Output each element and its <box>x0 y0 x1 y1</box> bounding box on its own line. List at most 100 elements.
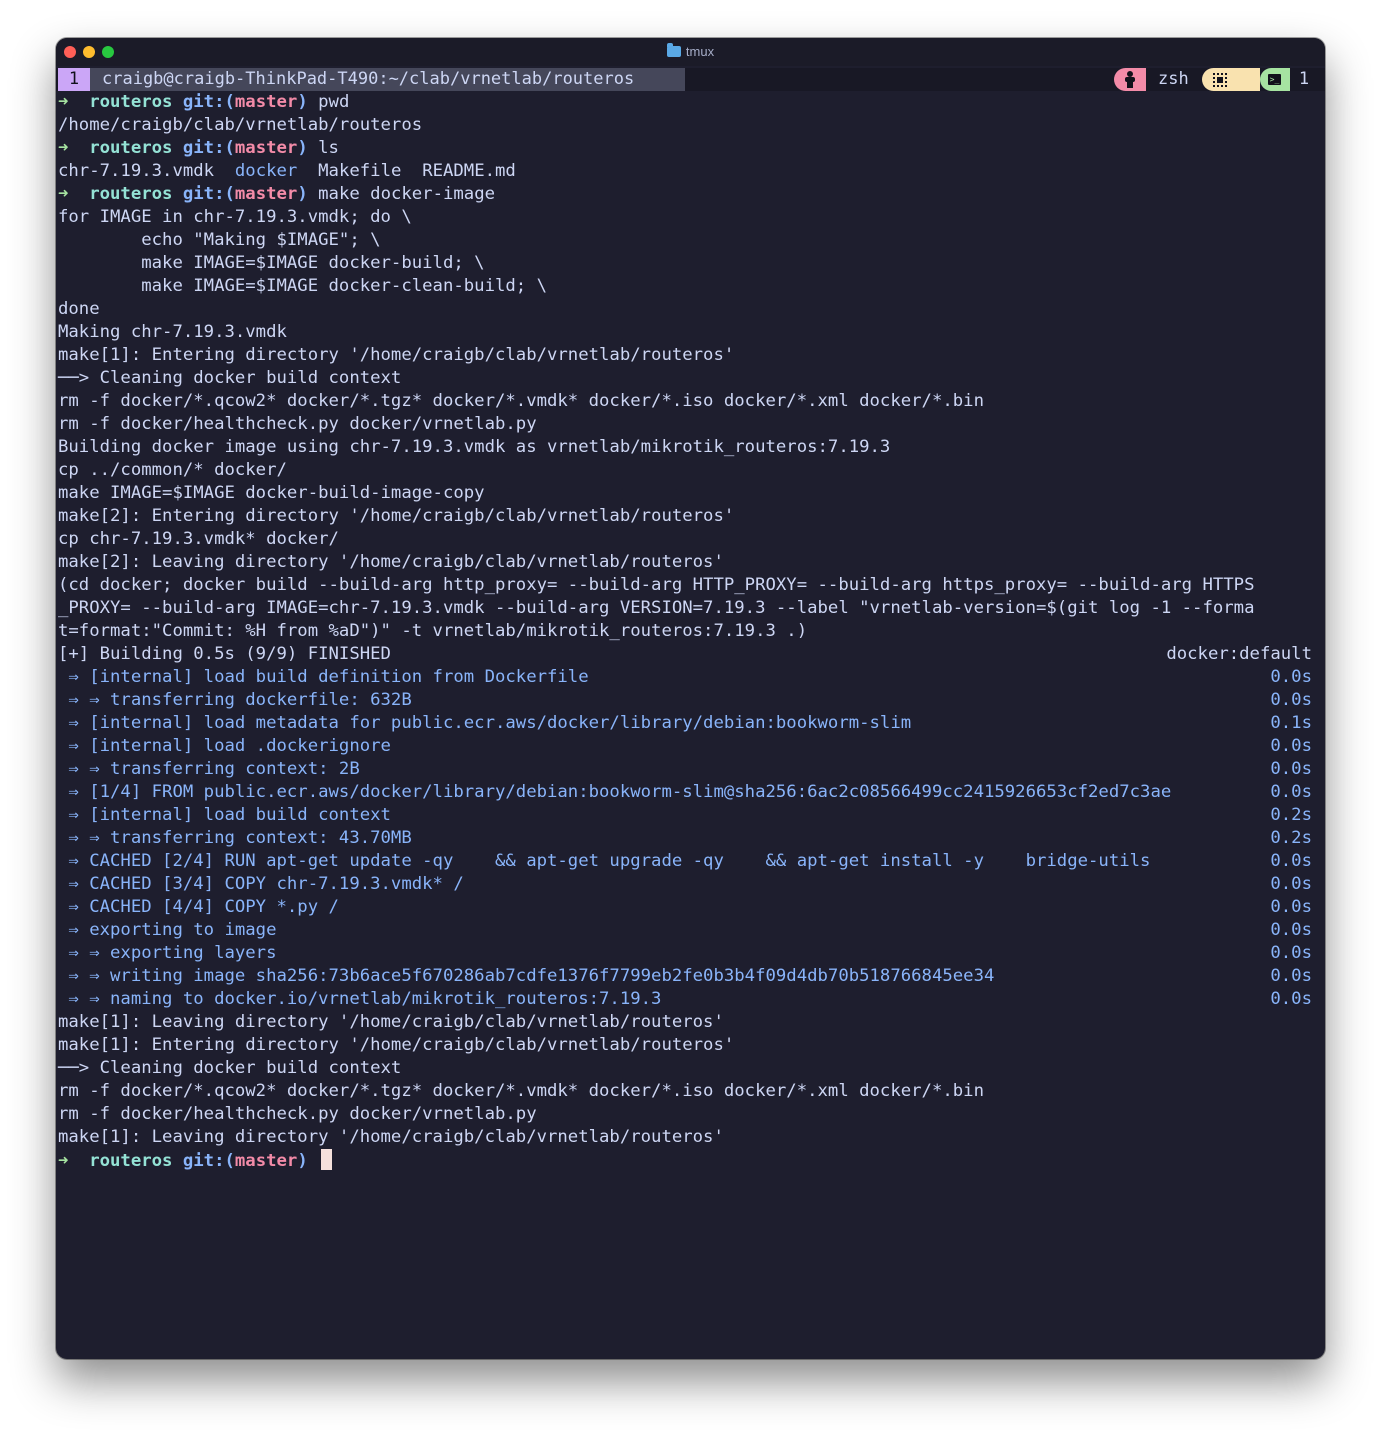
prompt-git: git:( <box>182 184 235 204</box>
build-step-row: ⇒ ⇒ naming to docker.io/vrnetlab/mikroti… <box>58 988 1324 1011</box>
build-step-time: 0.0s <box>1270 966 1312 986</box>
build-step-row: ⇒ ⇒ exporting layers 0.0s <box>58 942 1324 965</box>
terminal-badge: >_ <box>1260 68 1290 91</box>
session-badge <box>1114 68 1146 91</box>
terminal-icon: >_ <box>1268 74 1281 85</box>
build-step-text: ⇒ [internal] load .dockerignore <box>58 736 391 756</box>
prompt-git: git:( <box>182 138 235 158</box>
prompt-git: git:( <box>182 92 235 112</box>
ls-file: chr-7.19.3.vmdk <box>58 161 215 181</box>
build-step-row: ⇒ ⇒ transferring dockerfile: 632B 0.0s <box>58 689 1324 712</box>
ls-directory: docker <box>234 161 298 181</box>
window-title-text: tmux <box>685 44 715 59</box>
build-step-time: 0.0s <box>1270 920 1312 940</box>
build-step-text: ⇒ ⇒ exporting layers <box>58 943 277 963</box>
prompt-branch: master <box>234 1151 298 1171</box>
build-steps: ⇒ [internal] load build definition from … <box>58 666 1324 1011</box>
cpu-icon <box>1213 73 1227 87</box>
prompt-git-close: ) <box>297 1151 308 1171</box>
build-step-time: 0.0s <box>1270 897 1312 917</box>
output-line: Building docker image using chr-7.19.3.v… <box>58 437 891 457</box>
build-step-time: 0.2s <box>1270 828 1312 848</box>
output-line: done <box>58 299 100 319</box>
build-step-text: ⇒ CACHED [2/4] RUN apt-get update -qy &&… <box>58 851 1151 871</box>
build-step-row: ⇒ ⇒ writing image sha256:73b6ace5f670286… <box>58 965 1324 988</box>
prompt-line: ➜ routeros git:(master) <box>58 1149 1324 1172</box>
output-line: Making chr-7.19.3.vmdk <box>58 322 287 342</box>
prompt-line: ➜ routeros git:(master) pwd <box>58 91 1324 114</box>
prompt-git-close: ) <box>297 138 308 158</box>
build-step-text: ⇒ CACHED [4/4] COPY *.py / <box>58 897 339 917</box>
build-step-text: ⇒ [internal] load build context <box>58 805 391 825</box>
build-step-text: ⇒ [internal] load metadata for public.ec… <box>58 713 912 733</box>
tmux-window-title[interactable]: craigb@craigb-ThinkPad-T490:~/clab/vrnet… <box>90 68 685 91</box>
prompt-git-close: ) <box>297 184 308 204</box>
output-line: make[2]: Entering directory '/home/craig… <box>58 506 735 526</box>
output-line: ──> Cleaning docker build context <box>58 1058 402 1078</box>
build-step-time: 0.0s <box>1270 759 1312 779</box>
session-name: zsh <box>1158 69 1189 89</box>
build-step-text: ⇒ [internal] load build definition from … <box>58 667 589 687</box>
build-step-row: ⇒ [internal] load build definition from … <box>58 666 1324 689</box>
terminal-pane[interactable]: ➜ routeros git:(master) pwd /home/craigb… <box>58 91 1324 1172</box>
window-count: 1 <box>1298 69 1310 89</box>
build-context: docker:default <box>1166 644 1312 664</box>
prompt-arrow-icon: ➜ <box>58 1151 69 1171</box>
build-step-time: 0.0s <box>1270 667 1312 687</box>
tmux-status-bar: 1 craigb@craigb-ThinkPad-T490:~/clab/vrn… <box>56 68 1325 91</box>
prompt-dir: routeros <box>89 184 173 204</box>
build-step-row: ⇒ ⇒ transferring context: 43.70MB 0.2s <box>58 827 1324 850</box>
output-line: make IMAGE=$IMAGE docker-build-image-cop… <box>58 483 485 503</box>
build-header-line: [+] Building 0.5s (9/9) FINISHED docker:d… <box>58 643 1324 666</box>
build-step-text: ⇒ ⇒ transferring context: 43.70MB <box>58 828 412 848</box>
prompt-arrow-icon: ➜ <box>58 92 69 112</box>
output-line: rm -f docker/*.qcow2* docker/*.tgz* dock… <box>58 1081 984 1101</box>
build-step-time: 0.1s <box>1270 713 1312 733</box>
output-line: rm -f docker/healthcheck.py docker/vrnet… <box>58 1104 537 1124</box>
build-step-text: ⇒ ⇒ transferring dockerfile: 632B <box>58 690 412 710</box>
build-step-row: ⇒ [1/4] FROM public.ecr.aws/docker/libra… <box>58 781 1324 804</box>
output-line: ──> Cleaning docker build context <box>58 368 402 388</box>
build-step-time: 0.0s <box>1270 851 1312 871</box>
output-line: cp chr-7.19.3.vmdk* docker/ <box>58 529 339 549</box>
output-line: _PROXY= --build-arg IMAGE=chr-7.19.3.vmd… <box>58 598 1255 618</box>
build-step-row: ⇒ [internal] load metadata for public.ec… <box>58 712 1324 735</box>
prompt-arrow-icon: ➜ <box>58 138 69 158</box>
command-text: ls <box>318 138 339 158</box>
prompt-dir: routeros <box>89 138 173 158</box>
ls-output-line: chr-7.19.3.vmdk docker Makefile README.m… <box>58 160 1324 183</box>
build-step-time: 0.2s <box>1270 805 1312 825</box>
output-line: rm -f docker/*.qcow2* docker/*.tgz* dock… <box>58 391 984 411</box>
output-line: make[2]: Leaving directory '/home/craigb… <box>58 552 724 572</box>
folder-icon <box>666 43 681 57</box>
prompt-dir: routeros <box>89 1151 173 1171</box>
prompt-dir: routeros <box>89 92 173 112</box>
command-text: make docker-image <box>318 184 496 204</box>
cpu-badge <box>1202 68 1260 91</box>
output-line: make[1]: Leaving directory '/home/craigb… <box>58 1127 724 1147</box>
build-step-row: ⇒ CACHED [3/4] COPY chr-7.19.3.vmdk* / 0.… <box>58 873 1324 896</box>
build-step-time: 0.0s <box>1270 690 1312 710</box>
build-step-text: ⇒ CACHED [3/4] COPY chr-7.19.3.vmdk* / <box>58 874 464 894</box>
output-line: /home/craigb/clab/vrnetlab/routeros <box>58 115 423 135</box>
build-step-row: ⇒ exporting to image 0.0s <box>58 919 1324 942</box>
terminal-cursor[interactable] <box>321 1149 333 1170</box>
prompt-git-close: ) <box>297 92 308 112</box>
build-step-time: 0.0s <box>1270 874 1312 894</box>
build-step-row: ⇒ [internal] load build context 0.2s <box>58 804 1324 827</box>
build-step-row: ⇒ [internal] load .dockerignore 0.0s <box>58 735 1324 758</box>
build-step-time: 0.0s <box>1270 782 1312 802</box>
tmux-window-index[interactable]: 1 <box>58 68 90 91</box>
build-header: [+] Building 0.5s (9/9) FINISHED <box>58 644 391 664</box>
prompt-git: git:( <box>182 1151 235 1171</box>
build-step-time: 0.0s <box>1270 989 1312 1009</box>
build-step-text: ⇒ ⇒ writing image sha256:73b6ace5f670286… <box>58 966 995 986</box>
terminal-window: tmux 1 craigb@craigb-ThinkPad-T490:~/cla… <box>56 38 1325 1359</box>
output-line: make[1]: Entering directory '/home/craig… <box>58 1035 735 1055</box>
prompt-arrow-icon: ➜ <box>58 184 69 204</box>
build-step-text: ⇒ [1/4] FROM public.ecr.aws/docker/libra… <box>58 782 1172 802</box>
ls-file: Makefile <box>318 161 402 181</box>
build-step-row: ⇒ ⇒ transferring context: 2B 0.0s <box>58 758 1324 781</box>
prompt-branch: master <box>234 92 298 112</box>
prompt-line: ➜ routeros git:(master) make docker-imag… <box>58 183 1324 206</box>
